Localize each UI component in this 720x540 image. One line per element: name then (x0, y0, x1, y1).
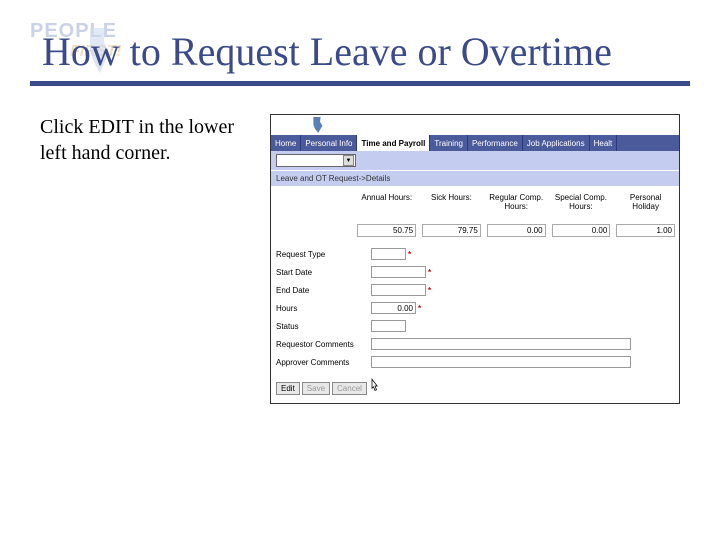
tab-job-applications[interactable]: Job Applications (523, 135, 590, 151)
form-buttons: Edit Save Cancel (271, 377, 679, 403)
breadcrumb: Leave and OT Request->Details (271, 170, 679, 186)
florida-icon (311, 117, 323, 133)
edit-button[interactable]: Edit (276, 382, 300, 395)
balance-annual: Annual Hours: 50.75 (357, 194, 416, 237)
request-type-label: Request Type (276, 250, 371, 259)
balance-sick: Sick Hours: 79.75 (422, 194, 481, 237)
tab-personal-info[interactable]: Personal Info (301, 135, 357, 151)
leave-balances: Annual Hours: 50.75 Sick Hours: 79.75 Re… (271, 186, 679, 239)
status-input (371, 320, 406, 332)
tab-health[interactable]: Healt (590, 135, 618, 151)
start-date-label: Start Date (276, 268, 371, 277)
balance-label: Special Comp. Hours: (552, 194, 611, 220)
balance-special-comp: Special Comp. Hours: 0.00 (552, 194, 611, 237)
start-date-input[interactable] (371, 266, 426, 278)
balance-personal-holiday: Personal Holiday 1.00 (616, 194, 675, 237)
request-type-input[interactable] (371, 248, 406, 260)
tab-training[interactable]: Training (430, 135, 468, 151)
requestor-comments-input[interactable] (371, 338, 631, 350)
required-icon: * (418, 304, 421, 313)
balance-label: Annual Hours: (357, 194, 416, 220)
slide-title: How to Request Leave or Overtime (0, 0, 720, 81)
balance-label: Personal Holiday (616, 194, 675, 220)
nav-tabs: Home Personal Info Time and Payroll Trai… (271, 135, 679, 151)
tab-performance[interactable]: Performance (468, 135, 523, 151)
balance-value: 50.75 (357, 224, 416, 237)
save-button[interactable]: Save (302, 382, 330, 395)
approver-comments-input[interactable] (371, 356, 631, 368)
tab-time-payroll[interactable]: Time and Payroll (357, 135, 430, 151)
balance-value: 0.00 (487, 224, 546, 237)
required-icon: * (428, 286, 431, 295)
chevron-down-icon: ▼ (343, 155, 354, 166)
hours-label: Hours (276, 304, 371, 313)
end-date-input[interactable] (371, 284, 426, 296)
requestor-comments-label: Requestor Comments (276, 340, 371, 349)
approver-comments-label: Approver Comments (276, 358, 371, 367)
instruction-text: Click EDIT in the lower left hand corner… (40, 114, 240, 404)
ss-header (271, 115, 679, 135)
request-form: Request Type * Start Date * End Date * H… (271, 239, 679, 377)
balance-label: Regular Comp. Hours: (487, 194, 546, 220)
cancel-button[interactable]: Cancel (332, 382, 367, 395)
balance-value: 0.00 (552, 224, 611, 237)
balance-value: 79.75 (422, 224, 481, 237)
balance-regular-comp: Regular Comp. Hours: 0.00 (487, 194, 546, 237)
app-screenshot: Home Personal Info Time and Payroll Trai… (270, 114, 680, 404)
pointer-cursor-icon (367, 377, 383, 395)
sub-toolbar: ▼ (271, 151, 679, 170)
tab-home[interactable]: Home (271, 135, 301, 151)
required-icon: * (408, 250, 411, 259)
balance-col-spacer (275, 194, 351, 237)
balance-value: 1.00 (616, 224, 675, 237)
status-label: Status (276, 322, 371, 331)
balance-label: Sick Hours: (422, 194, 481, 220)
required-icon: * (428, 268, 431, 277)
end-date-label: End Date (276, 286, 371, 295)
hours-input[interactable]: 0.00 (371, 302, 416, 314)
context-dropdown[interactable]: ▼ (276, 154, 356, 167)
